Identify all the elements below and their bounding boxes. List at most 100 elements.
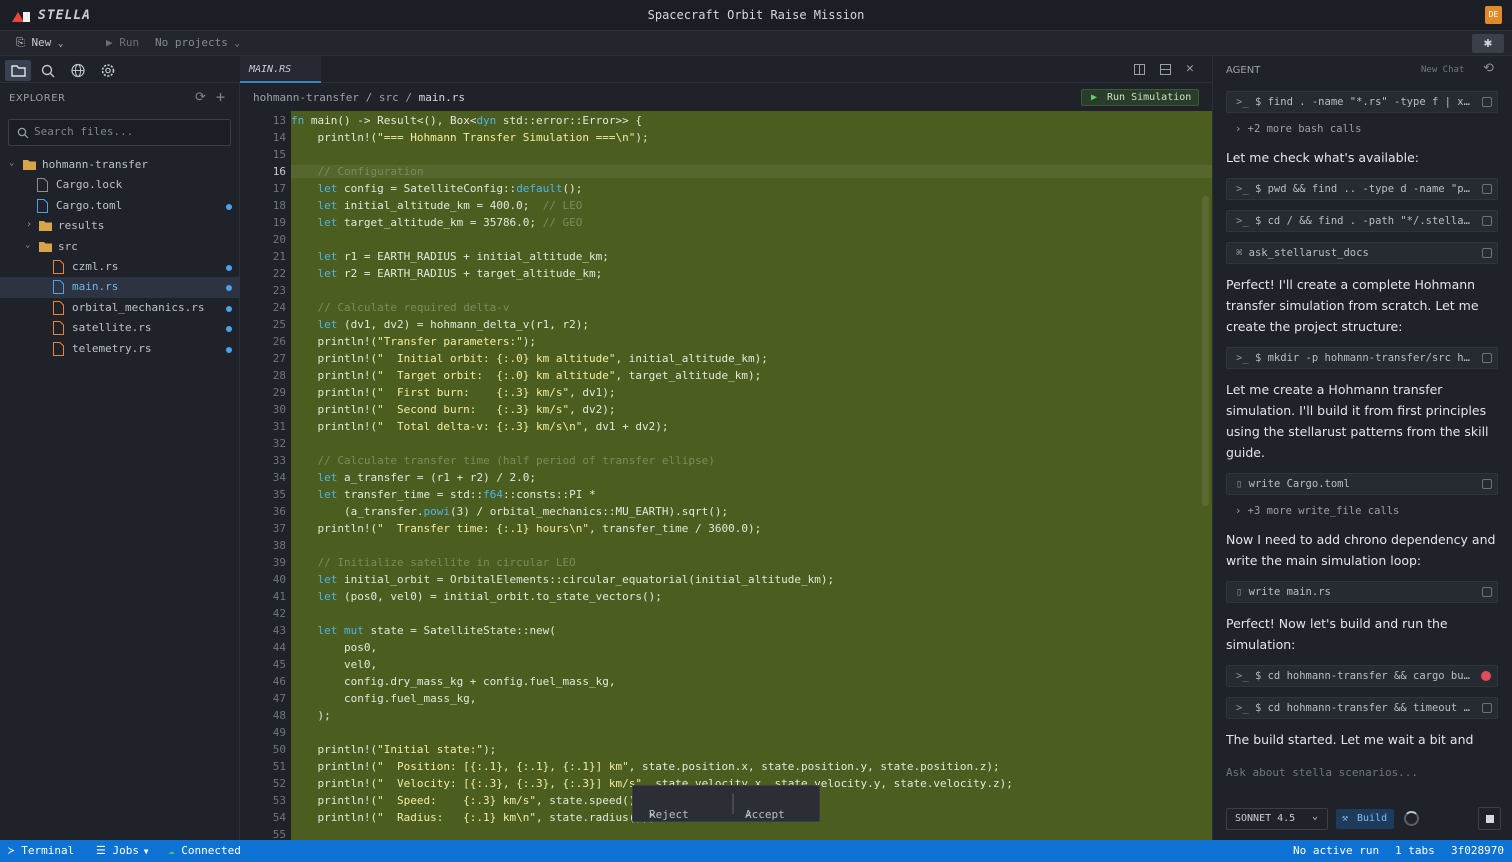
assistant-toggle-button[interactable]: ✱ bbox=[1472, 34, 1504, 53]
code-line[interactable]: let (pos0, vel0) = initial_orbit.to_stat… bbox=[291, 590, 662, 603]
code-line[interactable]: ); bbox=[291, 709, 330, 722]
build-mode-button[interactable]: ⚒ Build bbox=[1336, 809, 1394, 829]
split-vertical-icon[interactable] bbox=[1134, 64, 1145, 75]
code-line[interactable]: let config = SatelliteConfig::default(); bbox=[291, 182, 583, 195]
files-activity-button[interactable] bbox=[5, 60, 31, 81]
breadcrumb-separator: / bbox=[405, 91, 419, 104]
terminal-icon: >_ bbox=[1236, 96, 1255, 108]
search-activity-button[interactable] bbox=[35, 60, 61, 81]
code-line[interactable]: // Initialize satellite in circular LEO bbox=[291, 556, 576, 569]
code-line[interactable]: pos0, bbox=[291, 641, 377, 654]
tree-item-cargo-lock[interactable]: Cargo.lock bbox=[0, 175, 240, 195]
breadcrumb-item[interactable]: src bbox=[379, 91, 399, 104]
tool-call[interactable]: ⌘ ask_stellarust_docs bbox=[1226, 242, 1498, 264]
new-button[interactable]: ⎘ New ⌄ bbox=[16, 36, 63, 50]
line-number: 26 bbox=[272, 335, 286, 348]
tree-item-cargo-toml[interactable]: Cargo.toml bbox=[0, 196, 240, 216]
history-icon[interactable]: ⟲ bbox=[1483, 61, 1494, 76]
breadcrumb-item[interactable]: main.rs bbox=[419, 91, 465, 104]
model-selector[interactable]: SONNET 4.5 ⌄ bbox=[1226, 808, 1328, 830]
code-line[interactable]: config.fuel_mass_kg, bbox=[291, 692, 476, 705]
rust-file-icon bbox=[53, 341, 64, 356]
add-file-icon[interactable]: + bbox=[216, 88, 225, 106]
code-line[interactable]: println!(" Radius: {:.1} km\n", state.ra… bbox=[291, 811, 655, 824]
more-calls-toggle[interactable]: › +2 more bash calls bbox=[1235, 123, 1361, 135]
code-line[interactable]: let mut state = SatelliteState::new( bbox=[291, 624, 556, 637]
code-line[interactable]: let a_transfer = (r1 + r2) / 2.0; bbox=[291, 471, 537, 484]
split-horizontal-icon[interactable] bbox=[1160, 64, 1171, 75]
code-line[interactable]: println!(" Second burn: {:.3} km/s", dv2… bbox=[291, 403, 615, 416]
code-line[interactable]: println!("=== Hohmann Transfer Simulatio… bbox=[291, 131, 648, 144]
tree-item-hohmann-transfer[interactable]: ⌄ hohmann-transfer bbox=[0, 155, 240, 175]
code-line[interactable]: vel0, bbox=[291, 658, 377, 671]
connection-status[interactable]: ☁ Connected bbox=[168, 844, 241, 857]
editor-scrollbar[interactable] bbox=[1202, 196, 1209, 506]
tool-call[interactable]: >_ $ pwd && find .. -type d -name "p… bbox=[1226, 178, 1498, 200]
code-line[interactable]: let transfer_time = std::f64::consts::PI… bbox=[291, 488, 596, 501]
line-number: 38 bbox=[272, 539, 286, 552]
code-line[interactable]: // Calculate required delta-v bbox=[291, 301, 510, 314]
tree-item-satellite-rs[interactable]: satellite.rs bbox=[0, 318, 240, 338]
code-line[interactable]: let r2 = EARTH_RADIUS + target_altitude_… bbox=[291, 267, 603, 280]
search-icon bbox=[41, 64, 55, 78]
tree-item-results[interactable]: › results bbox=[0, 216, 240, 236]
jobs-button[interactable]: ☰ Jobs ▼ bbox=[96, 844, 149, 857]
tool-call[interactable]: ▯ write Cargo.toml bbox=[1226, 473, 1498, 495]
file-search-input[interactable] bbox=[34, 125, 224, 138]
more-calls-toggle[interactable]: › +3 more write_file calls bbox=[1235, 505, 1399, 517]
code-line[interactable]: (a_transfer.powi(3) / orbital_mechanics:… bbox=[291, 505, 728, 518]
tool-call[interactable]: >_ $ find . -name "*.rs" -type f | x… bbox=[1226, 91, 1498, 113]
code-line[interactable]: // Calculate transfer time (half period … bbox=[291, 454, 715, 467]
code-line[interactable]: println!(" First burn: {:.3} km/s", dv1)… bbox=[291, 386, 615, 399]
run-simulation-button[interactable]: ▶ Run Simulation bbox=[1081, 89, 1199, 106]
tool-call[interactable]: >_ $ mkdir -p hohmann-transfer/src h… bbox=[1226, 347, 1498, 369]
code-line[interactable]: let target_altitude_km = 35786.0; // GEO bbox=[291, 216, 583, 229]
tool-call[interactable]: ▯ write main.rs bbox=[1226, 581, 1498, 603]
terminal-icon: >_ bbox=[1236, 215, 1255, 227]
run-button[interactable]: ▶ Run bbox=[106, 36, 139, 49]
tool-call[interactable]: >_ $ cd hohmann-transfer && timeout … bbox=[1226, 697, 1498, 719]
code-editor[interactable]: 13 14 15 16 17 18 19 20 21 22 23 24 25 26 27 28 29 30 31 32… bbox=[240, 111, 1212, 840]
code-line[interactable]: println!("Initial state:"); bbox=[291, 743, 496, 756]
commit-hash[interactable]: 3f028970 bbox=[1451, 844, 1504, 857]
agent-chat-input[interactable]: Ask about stella scenarios... bbox=[1226, 766, 1418, 779]
globe-activity-button[interactable] bbox=[65, 60, 91, 81]
code-line[interactable]: let initial_altitude_km = 400.0; // LEO bbox=[291, 199, 583, 212]
tree-item-label: orbital_mechanics.rs bbox=[72, 300, 205, 314]
check-status-icon bbox=[1482, 248, 1492, 258]
new-chat-button[interactable]: New Chat bbox=[1421, 65, 1464, 75]
tree-item-main-rs[interactable]: main.rs bbox=[0, 277, 240, 298]
rust-file-icon bbox=[53, 259, 64, 274]
code-line[interactable]: fn main() -> Result<(), Box<dyn std::err… bbox=[291, 114, 642, 127]
tree-item-src[interactable]: ⌄ src bbox=[0, 237, 240, 257]
breadcrumb-item[interactable]: hohmann-transfer bbox=[253, 91, 359, 104]
tool-call[interactable]: >_ $ cd hohmann-transfer && cargo bu… bbox=[1226, 665, 1498, 687]
code-line[interactable]: println!(" Position: [{:.1}, {:.1}, {:.1… bbox=[291, 760, 999, 773]
code-line[interactable]: let (dv1, dv2) = hohmann_delta_v(r1, r2)… bbox=[291, 318, 590, 331]
code-line[interactable]: println!("Transfer parameters:"); bbox=[291, 335, 536, 348]
terminal-icon: ≻ bbox=[8, 844, 22, 857]
code-line[interactable]: let initial_orbit = OrbitalElements::cir… bbox=[291, 573, 835, 586]
chevron-down-icon: ⌄ bbox=[9, 158, 15, 168]
code-line[interactable]: config.dry_mass_kg + config.fuel_mass_kg… bbox=[291, 675, 616, 688]
code-line[interactable]: println!(" Total delta-v: {:.3} km/s\n",… bbox=[291, 420, 668, 433]
code-line[interactable]: let r1 = EARTH_RADIUS + initial_altitude… bbox=[291, 250, 609, 263]
tree-item-orbital-mechanics-rs[interactable]: orbital_mechanics.rs bbox=[0, 298, 240, 318]
tree-item-czml-rs[interactable]: czml.rs bbox=[0, 257, 240, 277]
code-line[interactable]: println!(" Transfer time: {:.1} hours\n"… bbox=[291, 522, 761, 535]
close-icon[interactable]: ✕ bbox=[1186, 61, 1194, 76]
line-number: 50 bbox=[272, 743, 286, 756]
tool-call[interactable]: >_ $ cd / && find . -path "*/.stella… bbox=[1226, 210, 1498, 232]
code-line[interactable]: // Configuration bbox=[291, 165, 1212, 178]
refresh-icon[interactable]: ⟳ bbox=[195, 90, 206, 105]
settings-activity-button[interactable] bbox=[95, 60, 121, 81]
user-avatar[interactable]: DE bbox=[1485, 6, 1502, 24]
code-line[interactable]: println!(" Target orbit: {:.0} km altitu… bbox=[291, 369, 761, 382]
tree-item-telemetry-rs[interactable]: telemetry.rs bbox=[0, 339, 240, 359]
code-line[interactable]: println!(" Speed: {:.3} km/s", state.spe… bbox=[291, 794, 648, 807]
projects-dropdown[interactable]: No projects ⌄ bbox=[155, 36, 240, 49]
stop-button[interactable] bbox=[1478, 807, 1501, 830]
terminal-button[interactable]: ≻ Terminal bbox=[8, 844, 74, 857]
code-line[interactable]: println!(" Initial orbit: {:.0} km altit… bbox=[291, 352, 767, 365]
tab-main-rs[interactable]: MAIN.RS bbox=[240, 56, 321, 83]
